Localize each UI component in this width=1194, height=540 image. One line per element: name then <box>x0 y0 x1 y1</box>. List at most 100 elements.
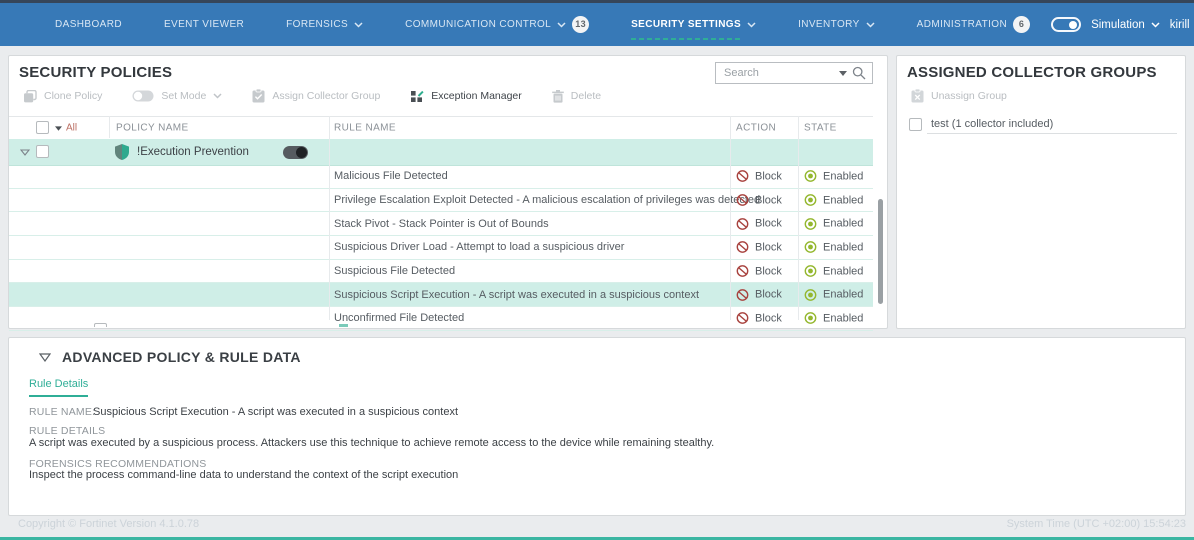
group-checkbox[interactable] <box>909 118 922 131</box>
select-all-label[interactable]: All <box>66 123 77 134</box>
rule-row[interactable]: Malicious File Detected Block Enabled <box>9 165 873 189</box>
column-header-state: STATE <box>804 123 837 134</box>
rule-action: Block <box>736 217 782 230</box>
block-icon <box>736 288 749 301</box>
simulation-toggle[interactable] <box>1051 17 1081 32</box>
action-label: Block <box>755 241 782 253</box>
policy-shield-icon <box>115 144 129 160</box>
select-all-checkbox[interactable] <box>36 121 49 134</box>
rule-details-label: RULE DETAILS <box>29 425 105 437</box>
rule-action: Block <box>736 265 782 278</box>
rule-row[interactable]: Suspicious File Detected Block Enabled <box>9 260 873 284</box>
rule-state: Enabled <box>804 217 863 230</box>
policy-row[interactable]: !Execution Prevention <box>9 139 873 166</box>
block-icon <box>736 265 749 278</box>
rule-row[interactable]: Privilege Escalation Exploit Detected - … <box>9 189 873 213</box>
collapse-chevron-icon[interactable] <box>39 353 51 362</box>
simulation-menu[interactable]: Simulation <box>1091 19 1160 31</box>
rule-row[interactable]: Stack Pivot - Stack Pointer is Out of Bo… <box>9 212 873 236</box>
block-icon <box>736 217 749 230</box>
groups-toolbar: Unassign Group <box>911 89 1007 103</box>
state-label: Enabled <box>823 289 863 301</box>
group-name: test (1 collector included) <box>931 118 1053 130</box>
policy-name: !Execution Prevention <box>137 146 249 158</box>
clipboard-check-icon <box>252 89 265 103</box>
search-box[interactable] <box>715 62 873 84</box>
policy-shield-icon <box>339 324 348 327</box>
nav-item-security-settings[interactable]: SECURITY SETTINGS <box>610 2 777 48</box>
rule-name: Suspicious Driver Load - Attempt to load… <box>334 241 624 253</box>
toolbar-label: Delete <box>571 90 601 102</box>
nav-item-dashboard[interactable]: DASHBOARD <box>34 2 143 48</box>
search-input[interactable] <box>722 66 834 80</box>
rule-state: Enabled <box>804 170 863 183</box>
enabled-icon <box>804 170 817 183</box>
group-divider <box>927 133 1177 134</box>
enabled-icon <box>804 288 817 301</box>
rule-name-label: RULE NAME: <box>29 406 95 418</box>
collector-groups-title: ASSIGNED COLLECTOR GROUPS <box>907 64 1157 81</box>
rule-action: Block <box>736 170 782 183</box>
toolbar-label: Exception Manager <box>431 90 521 102</box>
user-menu[interactable]: kirill <box>1170 19 1194 31</box>
nav-item-inventory[interactable]: INVENTORY <box>777 2 896 48</box>
rule-state: Enabled <box>804 194 863 207</box>
enabled-icon <box>804 241 817 254</box>
chevron-down-icon <box>747 22 756 28</box>
rule-name: Suspicious Script Execution - A script w… <box>334 289 699 301</box>
toolbar-label: Assign Collector Group <box>272 90 380 102</box>
fortinet-logo[interactable] <box>14 14 18 35</box>
rule-details-value: A script was executed by a suspicious pr… <box>29 437 714 449</box>
rule-name: Malicious File Detected <box>334 170 448 182</box>
collapse-chevron-icon[interactable] <box>20 149 30 156</box>
nav-item-label: ADMINISTRATION <box>917 19 1007 30</box>
state-label: Enabled <box>823 241 863 253</box>
nav-item-event-viewer[interactable]: EVENT VIEWER <box>143 2 265 48</box>
policy-enabled-toggle[interactable] <box>283 146 308 159</box>
chevron-down-icon <box>1151 22 1160 28</box>
assign-collector-group-button[interactable]: Assign Collector Group <box>252 89 380 103</box>
enabled-icon <box>804 217 817 230</box>
set-mode-button[interactable]: Set Mode <box>132 90 222 102</box>
rule-name: Suspicious File Detected <box>334 265 455 277</box>
search-icon[interactable] <box>852 66 866 80</box>
copyright-text: Copyright © Fortinet Version 4.1.0.78 <box>18 518 199 530</box>
tab-rule-details[interactable]: Rule Details <box>29 378 88 397</box>
rule-state: Enabled <box>804 265 863 278</box>
collector-group-row[interactable]: test (1 collector included) <box>909 114 1175 134</box>
nav-item-label: DASHBOARD <box>55 19 122 30</box>
rule-name-value: Suspicious Script Execution - A script w… <box>93 406 458 418</box>
nav-items: DASHBOARD EVENT VIEWER FORENSICS COMMUNICAT… <box>34 2 1051 48</box>
select-all-caret-icon[interactable] <box>55 126 62 131</box>
rule-row[interactable]: Unconfirmed File DetectedBlockEnabled <box>9 307 873 331</box>
search-filter-caret-icon[interactable] <box>839 71 847 76</box>
exception-manager-button[interactable]: Exception Manager <box>410 90 521 103</box>
policy-checkbox <box>94 323 107 327</box>
nav-item-label: FORENSICS <box>286 19 348 30</box>
state-label: Enabled <box>823 218 863 230</box>
exception-manager-icon <box>410 90 424 103</box>
nav-item-administration[interactable]: ADMINISTRATION6 <box>896 2 1051 48</box>
simulation-label: Simulation <box>1091 19 1145 31</box>
policies-toolbar: Clone Policy Set Mode Assign Collector Gro… <box>23 89 601 103</box>
assigned-collector-groups-panel: ASSIGNED COLLECTOR GROUPS Unassign Group… <box>896 55 1186 329</box>
nav-item-forensics[interactable]: FORENSICS <box>265 2 384 48</box>
rules-container: Malicious File DetectedBlockEnabledPrivi… <box>9 165 873 331</box>
policy-checkbox[interactable] <box>36 145 49 158</box>
clone-policy-button[interactable]: Clone Policy <box>23 90 102 103</box>
action-label: Block <box>755 194 782 206</box>
table-scrollbar[interactable] <box>878 199 883 304</box>
rule-row[interactable]: Suspicious Driver Load - Attempt to load… <box>9 236 873 260</box>
toolbar-label: Set Mode <box>161 90 206 102</box>
enabled-icon <box>804 265 817 278</box>
nav-item-communication-control[interactable]: COMMUNICATION CONTROL13 <box>384 2 610 48</box>
partial-next-row <box>9 322 873 327</box>
nav-right: Simulation kirill <box>1051 17 1194 32</box>
chevron-down-icon <box>354 22 363 28</box>
delete-button[interactable]: Delete <box>552 90 601 103</box>
rule-row[interactable]: Suspicious Script Execution - A script w… <box>9 283 873 307</box>
unassign-group-button[interactable]: Unassign Group <box>911 89 1007 103</box>
details-header[interactable]: ADVANCED POLICY & RULE DATA <box>39 349 301 365</box>
details-title: ADVANCED POLICY & RULE DATA <box>62 349 301 365</box>
state-label: Enabled <box>823 194 863 206</box>
